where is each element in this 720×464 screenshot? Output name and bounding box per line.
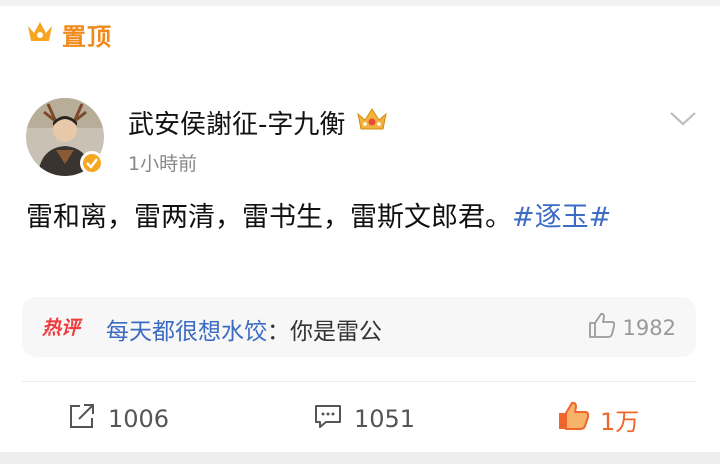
- hot-comment-badge: 热评: [42, 317, 81, 339]
- crown-icon: [26, 20, 54, 48]
- bottom-divider: [0, 452, 720, 464]
- post-body: 雷和离，雷两清，雷书生，雷斯文郎君。#逐玉#: [26, 196, 698, 240]
- pinned-label: 置顶: [62, 22, 112, 51]
- hot-comment-like-count: 1982: [622, 315, 676, 340]
- hot-comment-like-button[interactable]: 1982: [587, 311, 676, 344]
- post-author[interactable]: 武安侯謝征-字九衡: [128, 104, 389, 141]
- thumbs-up-icon: [587, 311, 617, 344]
- author-name[interactable]: 武安侯謝征-字九衡: [128, 104, 345, 141]
- thumbs-up-icon: [556, 400, 590, 438]
- crown-icon: [355, 106, 389, 139]
- comment-button[interactable]: 1051: [312, 400, 415, 438]
- hot-comment-separator: ：: [267, 319, 290, 345]
- hot-comment-text: 你是雷公: [290, 319, 382, 345]
- hot-comment-author[interactable]: 每天都很想水饺: [106, 319, 267, 345]
- hot-comment[interactable]: 热评 每天都很想水饺：你是雷公 1982: [22, 297, 696, 357]
- share-button[interactable]: 1006: [66, 400, 169, 438]
- hot-comment-content: 每天都很想水饺：你是雷公: [106, 312, 382, 346]
- chevron-down-icon[interactable]: [668, 108, 698, 128]
- comment-icon: [312, 401, 344, 437]
- verified-badge-icon: [80, 151, 104, 175]
- share-icon: [66, 401, 98, 437]
- post-text: 雷和离，雷两清，雷书生，雷斯文郎君。: [26, 202, 512, 233]
- top-divider: [0, 0, 720, 6]
- like-count: 1万: [600, 407, 640, 436]
- post-timestamp: 1小時前: [128, 153, 198, 175]
- like-button[interactable]: 1万: [556, 400, 639, 438]
- pinned-indicator: 置顶: [26, 20, 112, 51]
- hashtag-link[interactable]: #逐玉#: [512, 202, 611, 233]
- comment-count: 1051: [354, 405, 416, 433]
- action-divider: [22, 381, 696, 382]
- share-count: 1006: [108, 405, 170, 433]
